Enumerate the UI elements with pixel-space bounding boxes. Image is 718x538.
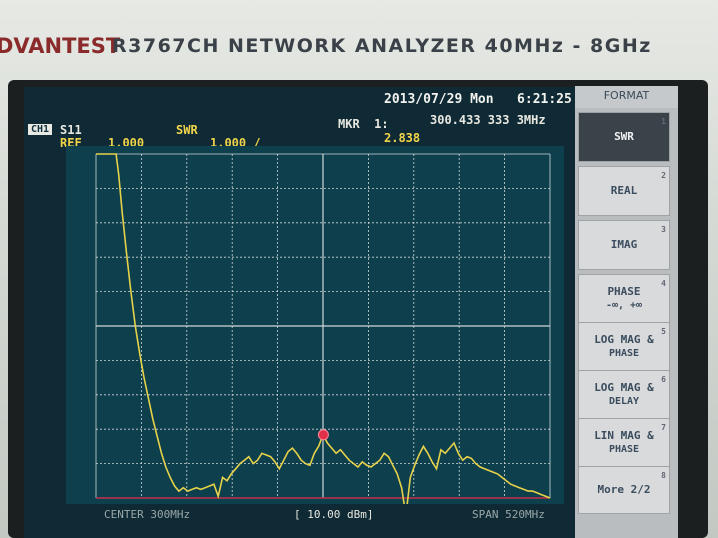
softkey-number: 7	[661, 423, 666, 432]
marker-frequency: 300.433 333 3MHz	[430, 113, 546, 127]
channel-badge: CH1	[28, 124, 53, 135]
softkey-label: LIN MAG &	[594, 429, 654, 442]
plot-area	[66, 146, 564, 504]
format-label: SWR	[176, 123, 198, 137]
brand-logo: DVANTEST	[0, 34, 121, 58]
softkey-label: SWR	[614, 130, 634, 143]
softkey-label: LOG MAG &	[594, 333, 654, 346]
softkey-number: 4	[661, 279, 666, 288]
span-frequency: SPAN 520MHz	[472, 508, 545, 521]
softkey-number: 5	[661, 327, 666, 336]
softkey-real[interactable]: 2 REAL	[578, 166, 670, 216]
softkey-number: 8	[661, 471, 666, 480]
softkey-number: 2	[661, 171, 666, 180]
marker-value: 2.838	[384, 131, 421, 145]
softkey-sublabel: PHASE	[608, 348, 640, 359]
softkey-label: LOG MAG &	[594, 381, 654, 394]
datetime-readout: 2013/07/29 Mon 6:21:25	[384, 92, 572, 107]
softkey-label: More 2/2	[597, 483, 651, 496]
marker-point	[317, 429, 329, 441]
parameter-label: S11	[60, 123, 82, 137]
softkey-sublabel: DELAY	[608, 396, 640, 407]
softkey-more[interactable]: 8 More 2/2	[578, 466, 670, 514]
center-frequency: CENTER 300MHz	[104, 508, 191, 521]
softkey-label: REAL	[610, 184, 638, 197]
source-power: [ 10.00 dBm]	[294, 508, 374, 521]
softkey-phase[interactable]: 4 PHASE -∞, +∞	[578, 274, 670, 324]
softkey-lin-mag-phase[interactable]: 7 LIN MAG & PHASE	[578, 418, 670, 468]
softkey-number: 3	[661, 225, 666, 234]
softkey-swr[interactable]: 1 SWR	[578, 112, 670, 162]
softkey-number: 1	[661, 117, 666, 126]
softkey-number: 6	[661, 375, 666, 384]
brand-strip: DVANTEST R3767CH NETWORK ANALYZER 40MHz …	[0, 26, 718, 66]
status-bar: CENTER 300MHz [ 10.00 dBm] SPAN 520MHz	[66, 508, 564, 524]
softkey-label: IMAG	[610, 238, 638, 251]
model-title: R3767CH NETWORK ANALYZER 40MHz - 8GHz	[112, 35, 652, 57]
swr-chart	[95, 153, 551, 504]
marker-label: MKR 1:	[338, 117, 389, 131]
softkey-label: PHASE	[607, 285, 641, 298]
softkey-log-mag-phase[interactable]: 5 LOG MAG & PHASE	[578, 322, 670, 372]
softkey-log-mag-delay[interactable]: 6 LOG MAG & DELAY	[578, 370, 670, 420]
softkey-sublabel: PHASE	[608, 444, 640, 455]
menu-title: FORMAT	[575, 86, 678, 108]
softkey-sublabel: -∞, +∞	[605, 300, 643, 311]
softkey-imag[interactable]: 3 IMAG	[578, 220, 670, 270]
